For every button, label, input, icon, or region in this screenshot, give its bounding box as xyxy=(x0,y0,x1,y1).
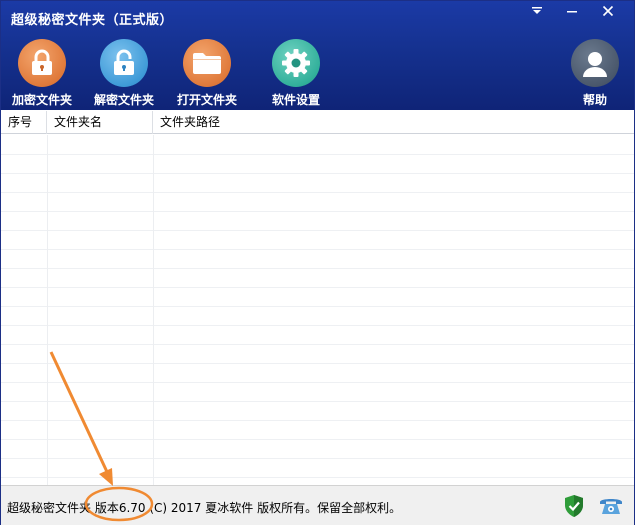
decrypt-folder-label: 解密文件夹 xyxy=(93,93,154,107)
telephone-icon[interactable] xyxy=(598,494,622,518)
unlock-icon xyxy=(100,39,148,87)
row-gridline xyxy=(1,477,634,478)
close-icon xyxy=(602,5,614,17)
column-header-index[interactable]: 序号 xyxy=(1,111,47,134)
software-settings-button[interactable]: 软件设置 xyxy=(257,39,335,109)
status-bar: 超级秘密文件夹 版本6.70 (C) 2017 夏冰软件 版权所有。保留全部权利… xyxy=(1,485,634,525)
folder-icon xyxy=(183,39,231,87)
menu-down-icon xyxy=(532,7,542,14)
software-settings-label: 软件设置 xyxy=(271,93,320,107)
row-gridline xyxy=(1,154,634,155)
help-label: 帮助 xyxy=(582,93,607,107)
row-gridline xyxy=(1,306,634,307)
row-gridline xyxy=(1,439,634,440)
gear-icon xyxy=(272,39,320,87)
row-gridline xyxy=(1,287,634,288)
row-gridline xyxy=(1,211,634,212)
column-header-folder-name[interactable]: 文件夹名 xyxy=(47,111,153,134)
menu-dropdown-button[interactable] xyxy=(520,1,554,21)
row-gridline xyxy=(1,249,634,250)
row-gridline xyxy=(1,325,634,326)
row-gridline xyxy=(1,382,634,383)
table-body xyxy=(1,135,634,485)
user-avatar-icon xyxy=(571,39,619,87)
encrypt-folder-button[interactable]: 加密文件夹 xyxy=(3,39,81,109)
column-divider xyxy=(47,135,48,485)
row-gridline xyxy=(1,344,634,345)
column-divider xyxy=(153,135,154,485)
row-gridline xyxy=(1,173,634,174)
open-folder-label: 打开文件夹 xyxy=(176,93,237,107)
row-gridline xyxy=(1,458,634,459)
row-gridline xyxy=(1,268,634,269)
row-gridline xyxy=(1,401,634,402)
header-toolbar: 超级秘密文件夹（正式版） 加密文件夹 解密文件夹 打开文件夹 软件设置 帮助 xyxy=(1,1,634,110)
row-gridline xyxy=(1,420,634,421)
decrypt-folder-button[interactable]: 解密文件夹 xyxy=(85,39,163,109)
table-header: 序号 文件夹名 文件夹路径 xyxy=(1,111,634,134)
encrypted-folder-table[interactable]: 序号 文件夹名 文件夹路径 xyxy=(1,111,634,485)
column-header-folder-path[interactable]: 文件夹路径 xyxy=(153,111,634,134)
help-button[interactable]: 帮助 xyxy=(556,39,634,109)
row-gridline xyxy=(1,230,634,231)
shield-check-icon[interactable] xyxy=(563,494,585,518)
encrypt-folder-label: 加密文件夹 xyxy=(11,93,72,107)
minimize-button[interactable] xyxy=(555,1,589,21)
close-button[interactable] xyxy=(590,1,626,21)
open-folder-button[interactable]: 打开文件夹 xyxy=(168,39,246,109)
row-gridline xyxy=(1,363,634,364)
version-copyright-text: 超级秘密文件夹 版本6.70 (C) 2017 夏冰软件 版权所有。保留全部权利… xyxy=(7,501,402,515)
lock-icon xyxy=(18,39,66,87)
app-window: 超级秘密文件夹（正式版） 加密文件夹 解密文件夹 打开文件夹 软件设置 帮助 序… xyxy=(0,0,635,525)
minimize-icon xyxy=(567,11,577,13)
row-gridline xyxy=(1,192,634,193)
window-title: 超级秘密文件夹（正式版） xyxy=(11,13,174,28)
